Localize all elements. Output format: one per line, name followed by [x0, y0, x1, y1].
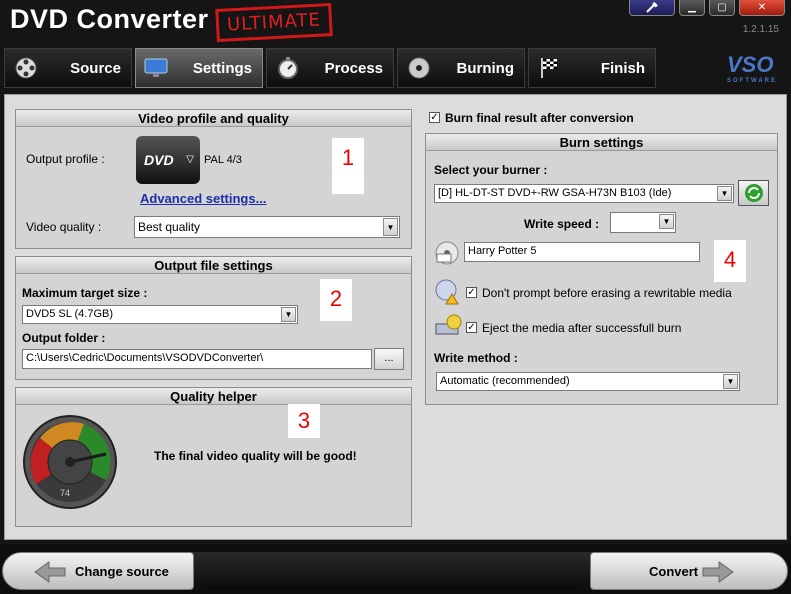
maximize-icon: ▢ — [717, 2, 727, 13]
quality-message: The final video quality will be good! — [154, 449, 357, 463]
hammer-icon — [646, 1, 658, 13]
edition-badge: ULTIMATE — [215, 2, 333, 43]
tab-settings-label: Settings — [192, 59, 252, 77]
help-button[interactable] — [629, 0, 675, 16]
burn-final-checkbox[interactable]: ✓ — [429, 112, 440, 123]
gauge-value: 74 — [60, 488, 71, 498]
profile-button[interactable]: DVD ▽ — [136, 136, 200, 184]
max-size-value: DVD5 SL (4.7GB) — [26, 308, 114, 320]
dropdown-arrow-icon: ▼ — [723, 374, 738, 389]
write-method-label: Write method : — [434, 351, 518, 365]
output-folder-field[interactable]: C:\Users\Cedric\Documents\VSODVDConverte… — [22, 349, 372, 369]
settings-area: Video profile and quality Output profile… — [4, 94, 787, 540]
burner-value: [D] HL-DT-ST DVD+-RW GSA-H73N B103 (Ide) — [438, 187, 672, 199]
burn-settings-panel: Burn settings Select your burner : [D] H… — [425, 133, 778, 405]
eject-label: Eject the media after successfull burn — [482, 321, 682, 335]
marker-2: 2 — [320, 279, 352, 321]
video-profile-header: Video profile and quality — [16, 110, 411, 127]
disc-icon — [406, 55, 432, 81]
max-size-label: Maximum target size : — [22, 286, 148, 300]
dropdown-arrow-icon: ▼ — [281, 307, 296, 322]
version-label: 1.2.1.15 — [742, 24, 779, 35]
write-method-select[interactable]: Automatic (recommended) ▼ — [436, 372, 740, 391]
quality-gauge: 74 — [22, 414, 118, 510]
eject-icon — [434, 314, 464, 338]
arrow-left-icon — [34, 561, 66, 583]
minimize-button[interactable]: ▁ — [679, 0, 705, 16]
film-reel-icon — [13, 55, 39, 81]
tab-settings[interactable]: Settings — [135, 48, 263, 88]
disc-label-icon — [434, 240, 460, 266]
erase-warning-icon — [434, 278, 462, 306]
monitor-icon — [144, 55, 170, 81]
change-source-button[interactable]: Change source — [2, 552, 194, 590]
tab-process-label: Process — [324, 59, 383, 77]
disc-label-field[interactable]: Harry Potter 5 — [464, 242, 700, 262]
tab-process[interactable]: Process — [266, 48, 394, 88]
advanced-settings-link[interactable]: Advanced settings... — [140, 191, 266, 206]
dropdown-arrow-icon: ▼ — [383, 218, 398, 236]
marker-4: 4 — [714, 240, 746, 282]
write-speed-label: Write speed : — [524, 217, 600, 231]
select-burner-label: Select your burner : — [434, 163, 548, 177]
logo-text: VSO — [727, 52, 774, 77]
tab-finish-label: Finish — [600, 59, 645, 77]
video-quality-value: Best quality — [138, 220, 201, 234]
tab-burning[interactable]: Burning — [397, 48, 525, 88]
dropdown-arrow-icon: ▼ — [717, 186, 732, 201]
quality-helper-header: Quality helper — [16, 388, 411, 405]
max-size-select[interactable]: DVD5 SL (4.7GB) ▼ — [22, 305, 298, 324]
convert-button[interactable]: Convert — [590, 552, 788, 590]
dont-prompt-label: Don't prompt before erasing a rewritable… — [482, 286, 732, 300]
marker-3: 3 — [288, 404, 320, 438]
convert-label: Convert — [649, 563, 699, 579]
browse-button[interactable]: ... — [374, 348, 404, 370]
change-source-label: Change source — [75, 563, 169, 579]
close-icon: ✕ — [757, 2, 767, 13]
logo-subtext: SOFTWARE — [727, 78, 777, 84]
minimize-icon: ▁ — [688, 2, 696, 13]
burn-settings-header: Burn settings — [426, 134, 777, 151]
checkered-flag-icon — [537, 55, 563, 81]
tab-bar: Source Settings Process Burning Finish — [4, 48, 656, 88]
output-folder-label: Output folder : — [22, 331, 106, 345]
output-file-header: Output file settings — [16, 257, 411, 274]
marker-1: 1 — [332, 138, 364, 194]
output-profile-label: Output profile : — [26, 152, 105, 166]
write-method-value: Automatic (recommended) — [440, 375, 570, 387]
burner-select[interactable]: [D] HL-DT-ST DVD+-RW GSA-H73N B103 (Ide)… — [434, 184, 734, 203]
chevron-down-icon: ▽ — [186, 154, 194, 165]
app-window: DVD Converter ULTIMATE ▁ ▢ ✕ 1.2.1.15 So… — [0, 0, 791, 594]
tab-source-label: Source — [70, 59, 121, 77]
video-quality-label: Video quality : — [26, 220, 102, 234]
refresh-icon — [744, 184, 763, 202]
stopwatch-icon — [275, 55, 301, 81]
quality-helper-panel: Quality helper 74 The final video qualit… — [15, 387, 412, 527]
profile-value: PAL 4/3 — [204, 154, 242, 166]
close-button[interactable]: ✕ — [739, 0, 785, 16]
dont-prompt-checkbox[interactable]: ✓ — [466, 287, 477, 298]
video-quality-select[interactable]: Best quality ▼ — [134, 216, 400, 238]
refresh-burners-button[interactable] — [738, 180, 769, 206]
maximize-button[interactable]: ▢ — [709, 0, 735, 16]
write-speed-select[interactable]: ▼ — [610, 212, 676, 233]
app-title: DVD Converter — [10, 4, 209, 34]
bottom-bar: Change source Convert — [0, 544, 791, 594]
video-profile-panel: Video profile and quality Output profile… — [15, 109, 412, 249]
eject-checkbox[interactable]: ✓ — [466, 322, 477, 333]
arrow-right-icon — [702, 561, 734, 583]
dvd-logo-icon: DVD — [144, 152, 174, 168]
output-file-panel: Output file settings Maximum target size… — [15, 256, 412, 380]
tab-burning-label: Burning — [456, 59, 515, 77]
window-controls: ▁ ▢ ✕ — [629, 0, 785, 16]
burn-final-label: Burn final result after conversion — [445, 111, 634, 125]
vso-logo: VSO SOFTWARE — [727, 52, 777, 84]
tab-finish[interactable]: Finish — [528, 48, 656, 88]
dropdown-arrow-icon: ▼ — [659, 214, 674, 229]
bottom-bar-center — [192, 552, 592, 590]
tab-source[interactable]: Source — [4, 48, 132, 88]
